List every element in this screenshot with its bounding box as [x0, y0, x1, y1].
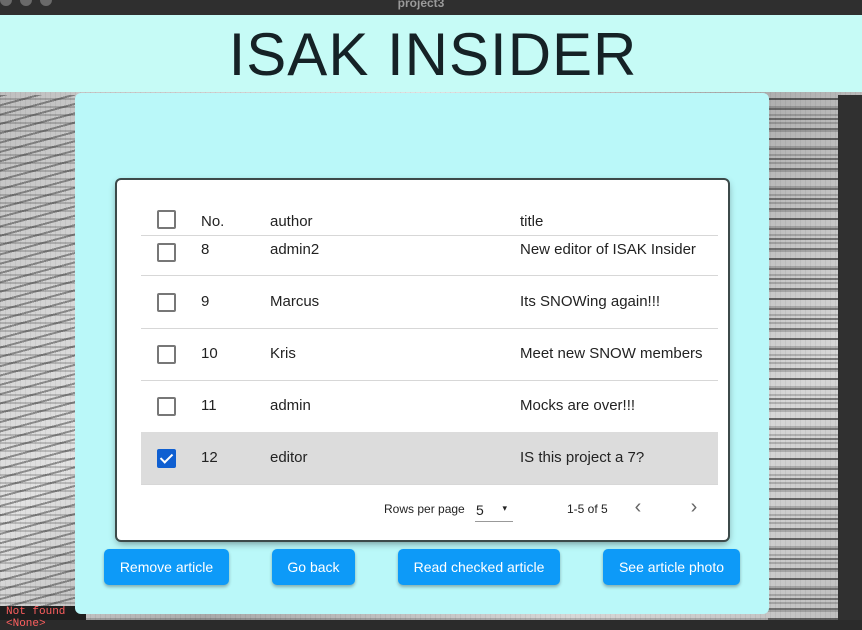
- row-author: Kris: [270, 345, 296, 362]
- table-header: No. author title: [141, 205, 718, 236]
- window-titlebar: project3: [0, 0, 862, 15]
- table-pagination: Rows per page 5 ▾ 1-5 of 5 ‹ ›: [141, 485, 718, 530]
- row-no: 8: [201, 241, 210, 258]
- row-title: Meet new SNOW members: [520, 345, 703, 362]
- articles-table: No. author title 8 admin2 New editor of …: [117, 180, 728, 540]
- column-header-no[interactable]: No.: [201, 213, 224, 230]
- newspaper-column-left: [0, 95, 75, 620]
- rows-per-page-select[interactable]: 5 ▾: [475, 497, 513, 522]
- rows-per-page-value: 5: [476, 502, 484, 518]
- read-checked-article-button[interactable]: Read checked article: [398, 549, 560, 585]
- table-row[interactable]: 11 admin Mocks are over!!!: [141, 380, 718, 433]
- row-author: admin: [270, 397, 311, 414]
- row-checkbox[interactable]: [157, 243, 176, 262]
- row-title: Mocks are over!!!: [520, 397, 636, 414]
- rows-per-page-label: Rows per page: [384, 502, 465, 516]
- row-checkbox[interactable]: [157, 397, 176, 416]
- row-no: 9: [201, 293, 210, 310]
- table-row[interactable]: 8 admin2 New editor of ISAK Insider: [141, 236, 718, 276]
- row-author: Marcus: [270, 293, 320, 310]
- row-no: 12: [201, 449, 218, 466]
- table-row[interactable]: 10 Kris Meet new SNOW members: [141, 328, 718, 381]
- table-row[interactable]: 9 Marcus Its SNOWing again!!!: [141, 276, 718, 329]
- row-title: Its SNOWing again!!!: [520, 293, 661, 310]
- column-header-title[interactable]: title: [520, 213, 543, 230]
- window-edge: [838, 95, 862, 620]
- chevron-left-icon[interactable]: ‹: [624, 493, 652, 521]
- row-title: IS this project a 7?: [520, 449, 645, 466]
- remove-article-button[interactable]: Remove article: [104, 549, 229, 585]
- row-author: editor: [270, 449, 308, 466]
- row-checkbox[interactable]: [157, 293, 176, 312]
- dropdown-arrow-icon: ▾: [502, 503, 507, 513]
- pagination-range: 1-5 of 5: [567, 502, 608, 516]
- row-checkbox[interactable]: [157, 345, 176, 364]
- row-no: 10: [201, 345, 218, 362]
- row-checkbox-checked[interactable]: [157, 449, 176, 468]
- row-title: New editor of ISAK Insider: [520, 241, 696, 258]
- row-author: admin2: [270, 241, 320, 258]
- app-header: ISAK INSIDER: [0, 15, 862, 92]
- row-no: 11: [201, 397, 217, 414]
- console-status: Not found <None>: [0, 606, 86, 630]
- chevron-right-icon[interactable]: ›: [680, 493, 708, 521]
- select-all-checkbox[interactable]: [157, 210, 176, 229]
- window-title: project3: [397, 0, 445, 10]
- go-back-button[interactable]: Go back: [272, 549, 355, 585]
- see-article-photo-button[interactable]: See article photo: [603, 549, 740, 585]
- column-header-author[interactable]: author: [270, 213, 313, 230]
- page-title: ISAK INSIDER: [228, 21, 638, 88]
- table-row-selected[interactable]: 12 editor IS this project a 7?: [141, 432, 718, 485]
